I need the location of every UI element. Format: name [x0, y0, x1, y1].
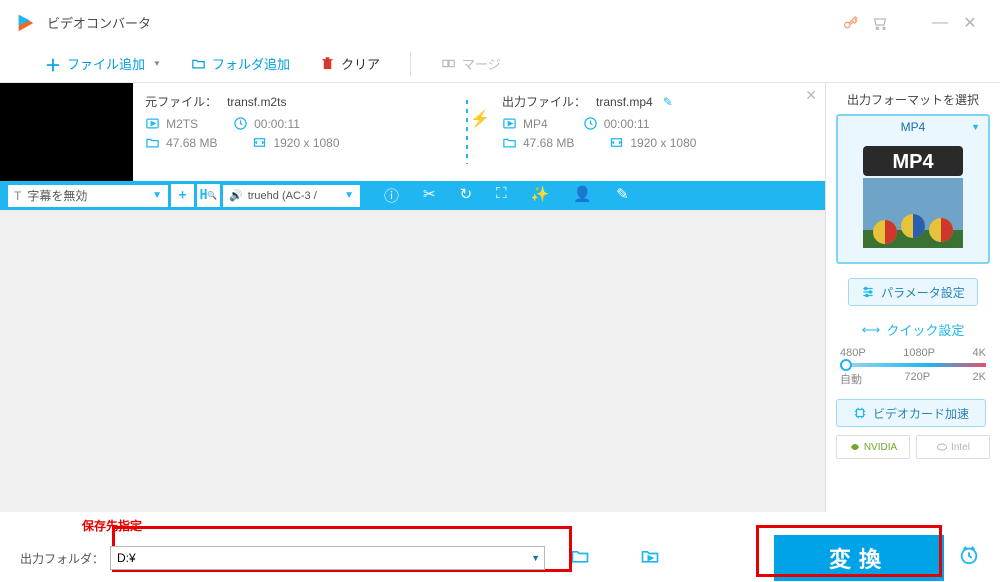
effects-icon[interactable]: ✨ — [531, 185, 550, 206]
add-subtitle-button[interactable]: + — [171, 184, 194, 207]
resolution-slider[interactable] — [840, 363, 986, 367]
format-preview-image: MP4 — [857, 142, 969, 254]
audio-value: truehd (AC-3 / — [248, 190, 317, 202]
open-folder-button[interactable] — [565, 546, 595, 571]
clear-button[interactable]: クリア — [320, 54, 380, 73]
bolt-icon: ⚡ — [470, 109, 490, 175]
merge-label: マージ — [462, 54, 501, 73]
output-folder-label: 出力フォルダ： — [20, 550, 104, 567]
key-icon[interactable] — [835, 8, 865, 38]
container-icon — [145, 116, 160, 131]
params-button[interactable]: パラメータ設定 — [848, 278, 978, 306]
output-folder-select[interactable]: D:¥ ▼ — [110, 546, 545, 570]
folder-size-icon — [502, 135, 517, 150]
chevron-down-icon: ▼ — [971, 122, 980, 132]
convert-button[interactable]: 変換 — [774, 535, 944, 581]
merge-button[interactable]: マージ — [441, 54, 501, 73]
workspace-area — [0, 210, 825, 512]
source-file-label: 元ファイル： — [145, 93, 217, 110]
close-button[interactable]: ✕ — [955, 8, 985, 38]
folder-icon — [191, 56, 206, 71]
watermark-icon[interactable]: 👤 — [573, 185, 592, 206]
chevron-down-icon: ▼ — [531, 553, 540, 563]
clear-label: クリア — [341, 54, 380, 73]
file-item: ✕ 元ファイル： transf.m2ts M2TS 00:00:11 47.68 … — [0, 83, 825, 181]
edit-name-button[interactable]: ✎ — [663, 95, 673, 109]
output-size: 47.68 MB — [523, 136, 574, 150]
dimensions-icon — [252, 135, 267, 150]
output-container: MP4 — [523, 117, 548, 131]
chevron-down-icon[interactable]: ▼ — [153, 59, 161, 68]
format-badge-text: MP4 — [892, 151, 934, 173]
intel-icon — [936, 441, 948, 453]
app-logo-icon — [15, 12, 37, 34]
tick-auto: 自動 — [840, 371, 862, 387]
rotate-icon[interactable]: ↻ — [460, 185, 473, 206]
nvidia-icon — [849, 441, 861, 453]
source-duration: 00:00:11 — [254, 117, 300, 131]
chevron-down-icon: ▼ — [344, 190, 354, 201]
trash-icon — [320, 56, 335, 71]
nvidia-chip[interactable]: NVIDIA — [836, 435, 910, 459]
dimensions-icon — [609, 135, 624, 150]
gpu-accel-label: ビデオカード加速 — [873, 405, 969, 422]
output-format-title: 出力フォーマットを選択 — [836, 91, 990, 108]
separator — [410, 52, 411, 76]
audio-select[interactable]: 🔊 truehd (AC-3 / ▼ — [223, 185, 360, 207]
tick-1080p: 1080P — [903, 347, 935, 359]
clock-icon — [233, 116, 248, 131]
tick-2k: 2K — [973, 371, 986, 387]
video-thumbnail[interactable] — [0, 83, 133, 181]
quick-settings-title: ⟷クイック設定 — [836, 320, 990, 339]
chevron-down-icon: ▼ — [152, 190, 162, 201]
merge-icon — [441, 56, 456, 71]
slider-thumb[interactable] — [840, 359, 852, 371]
output-file-name: transf.mp4 — [596, 95, 653, 109]
gpu-accel-button[interactable]: ビデオカード加速 — [836, 399, 986, 427]
folder-size-icon — [145, 135, 160, 150]
source-file-name: transf.m2ts — [227, 95, 286, 109]
container-icon — [502, 116, 517, 131]
params-label: パラメータ設定 — [881, 284, 965, 301]
format-selector[interactable]: MP4 ▼ MP4 — [836, 114, 990, 264]
add-file-button[interactable]: ＋ ファイル追加 ▼ — [45, 52, 161, 76]
search-subtitle-button[interactable]: H🔍 — [197, 184, 220, 207]
add-file-label: ファイル追加 — [67, 54, 145, 73]
save-hint-label: 保存先指定 — [82, 517, 142, 534]
schedule-button[interactable] — [958, 544, 980, 572]
media-folder-button[interactable] — [635, 546, 665, 571]
cut-icon[interactable]: ✂ — [423, 185, 436, 206]
format-name: MP4 — [901, 120, 926, 134]
subtitle-edit-icon[interactable]: ✎ — [616, 185, 629, 206]
sliders-icon — [861, 285, 875, 299]
subtitle-select[interactable]: T 字幕を無効 ▼ — [8, 185, 168, 207]
output-duration: 00:00:11 — [604, 117, 650, 131]
source-dimensions: 1920 x 1080 — [273, 136, 339, 150]
source-container: M2TS — [166, 117, 198, 131]
intel-chip[interactable]: Intel — [916, 435, 990, 459]
remove-item-button[interactable]: ✕ — [805, 87, 817, 104]
output-file-label: 出力ファイル： — [502, 93, 586, 110]
tick-480p: 480P — [840, 347, 866, 359]
clock-icon — [583, 116, 598, 131]
info-icon[interactable]: ⓘ — [384, 185, 399, 206]
output-folder-value: D:¥ — [117, 551, 136, 565]
minimize-button[interactable]: — — [925, 8, 955, 38]
chip-icon — [853, 406, 867, 420]
app-title: ビデオコンバータ — [47, 13, 835, 32]
subtitle-value: 字幕を無効 — [27, 187, 87, 204]
crop-icon[interactable]: ⛶ — [496, 185, 507, 206]
source-size: 47.68 MB — [166, 136, 217, 150]
add-folder-button[interactable]: フォルダ追加 — [191, 54, 290, 73]
conversion-arrow — [466, 94, 468, 170]
cart-icon[interactable] — [865, 8, 895, 38]
add-folder-label: フォルダ追加 — [212, 54, 290, 73]
tick-4k: 4K — [973, 347, 986, 359]
tick-720p: 720P — [904, 371, 930, 387]
output-dimensions: 1920 x 1080 — [630, 136, 696, 150]
